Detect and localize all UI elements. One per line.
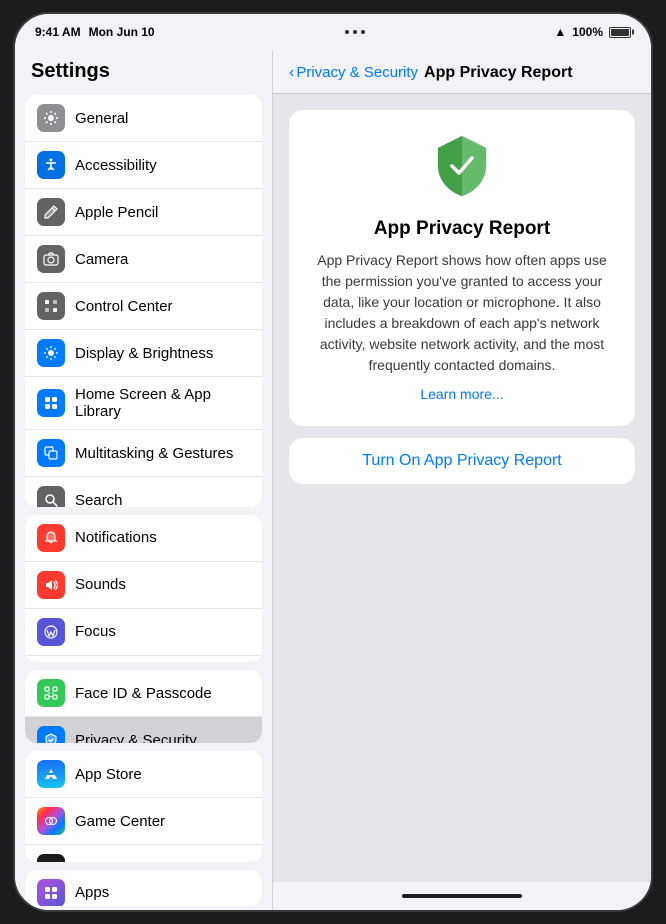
nav-title: App Privacy Report (424, 64, 572, 82)
apps-label: Apps (75, 884, 109, 901)
focus-label: Focus (75, 623, 116, 640)
shield-icon (432, 134, 492, 194)
back-chevron-icon: ‹ (289, 64, 294, 82)
battery-icon (609, 27, 631, 38)
general-label: General (75, 110, 128, 127)
battery-percent: 100% (572, 25, 603, 39)
accessibility-label: Accessibility (75, 157, 157, 174)
sidebar-item-face-id[interactable]: Face ID & Passcode (25, 670, 262, 717)
sidebar-item-home-screen[interactable]: Home Screen & App Library (25, 377, 262, 430)
app-store-label: App Store (75, 766, 142, 783)
apple-pencil-icon (37, 198, 65, 226)
home-screen-icon (37, 389, 65, 417)
home-bar (402, 894, 522, 898)
sidebar-item-accessibility[interactable]: Accessibility (25, 142, 262, 189)
game-center-icon (37, 807, 65, 835)
sidebar-group-3: Face ID & Passcode Privacy & Security (25, 670, 262, 743)
status-bar-right: ▲ 100% (554, 25, 631, 39)
sidebar-item-wallet[interactable]: Wallet & Apple Pay (25, 845, 262, 861)
main-content: ‹ Privacy & Security App Privacy Report (273, 50, 651, 910)
wallet-icon (37, 854, 65, 861)
date: Mon Jun 10 (89, 25, 155, 39)
sounds-label: Sounds (75, 576, 126, 593)
camera-icon (37, 245, 65, 273)
sidebar-item-notifications[interactable]: Notifications (25, 515, 262, 562)
sidebar-item-privacy[interactable]: Privacy & Security (25, 717, 262, 743)
display-label: Display & Brightness (75, 345, 213, 362)
sidebar-item-display[interactable]: Display & Brightness (25, 330, 262, 377)
sidebar-item-search[interactable]: Search (25, 477, 262, 507)
card-title: App Privacy Report (309, 218, 615, 240)
multitasking-icon (37, 439, 65, 467)
apps-icon (37, 879, 65, 906)
face-id-label: Face ID & Passcode (75, 685, 212, 702)
sidebar: Settings General Accessibility (15, 50, 273, 910)
status-bar-center (345, 30, 365, 34)
accessibility-icon (37, 151, 65, 179)
face-id-icon (37, 679, 65, 707)
status-bar-left: 9:41 AM Mon Jun 10 (35, 25, 155, 39)
home-indicator (273, 882, 651, 910)
search-label: Search (75, 492, 123, 507)
learn-more-link[interactable]: Learn more... (309, 386, 615, 402)
dot-3 (361, 30, 365, 34)
sidebar-item-game-center[interactable]: Game Center (25, 798, 262, 845)
card-description: App Privacy Report shows how often apps … (309, 250, 615, 376)
nav-back-label[interactable]: Privacy & Security (296, 64, 418, 81)
sidebar-item-multitasking[interactable]: Multitasking & Gestures (25, 430, 262, 477)
main-scroll: App Privacy Report App Privacy Report sh… (273, 94, 651, 882)
sidebar-item-apple-pencil[interactable]: Apple Pencil (25, 189, 262, 236)
notifications-icon (37, 524, 65, 552)
sidebar-item-sounds[interactable]: Sounds (25, 562, 262, 609)
app-store-icon (37, 760, 65, 788)
card-header (309, 134, 615, 204)
control-center-label: Control Center (75, 298, 173, 315)
content-area: Settings General Accessibility (15, 50, 651, 910)
sidebar-item-screen-time[interactable]: Screen Time (25, 656, 262, 662)
privacy-icon (37, 726, 65, 743)
sidebar-item-control-center[interactable]: Control Center (25, 283, 262, 330)
privacy-report-card: App Privacy Report App Privacy Report sh… (289, 110, 635, 426)
privacy-label: Privacy & Security (75, 732, 197, 744)
notifications-label: Notifications (75, 529, 157, 546)
sounds-icon (37, 571, 65, 599)
sidebar-item-camera[interactable]: Camera (25, 236, 262, 283)
time: 9:41 AM (35, 25, 81, 39)
game-center-label: Game Center (75, 813, 165, 830)
wallet-label: Wallet & Apple Pay (75, 860, 202, 862)
sidebar-group-4: App Store Game Center Wallet & Apple Pay (25, 751, 262, 861)
general-icon (37, 104, 65, 132)
sidebar-group-1: General Accessibility Apple Pencil (25, 95, 262, 507)
dot-1 (345, 30, 349, 34)
nav-bar: ‹ Privacy & Security App Privacy Report (273, 50, 651, 94)
home-screen-label: Home Screen & App Library (75, 386, 250, 420)
multitasking-label: Multitasking & Gestures (75, 445, 233, 462)
dot-2 (353, 30, 357, 34)
device: 9:41 AM Mon Jun 10 ▲ 100% Settings (13, 12, 653, 912)
display-icon (37, 339, 65, 367)
sidebar-title: Settings (15, 50, 272, 91)
apple-pencil-label: Apple Pencil (75, 204, 158, 221)
sidebar-item-general[interactable]: General (25, 95, 262, 142)
sidebar-group-2: Notifications Sounds Focus (25, 515, 262, 662)
battery-fill (611, 29, 629, 36)
camera-label: Camera (75, 251, 128, 268)
sidebar-group-5: Apps (25, 870, 262, 906)
sidebar-item-focus[interactable]: Focus (25, 609, 262, 656)
sidebar-item-apps[interactable]: Apps (25, 870, 262, 906)
nav-back-button[interactable]: ‹ Privacy & Security (289, 64, 418, 82)
focus-icon (37, 618, 65, 646)
search-icon (37, 486, 65, 507)
control-center-icon (37, 292, 65, 320)
sidebar-item-app-store[interactable]: App Store (25, 751, 262, 798)
wifi-icon: ▲ (554, 25, 566, 39)
turn-on-button[interactable]: Turn On App Privacy Report (289, 438, 635, 484)
status-bar: 9:41 AM Mon Jun 10 ▲ 100% (15, 14, 651, 50)
